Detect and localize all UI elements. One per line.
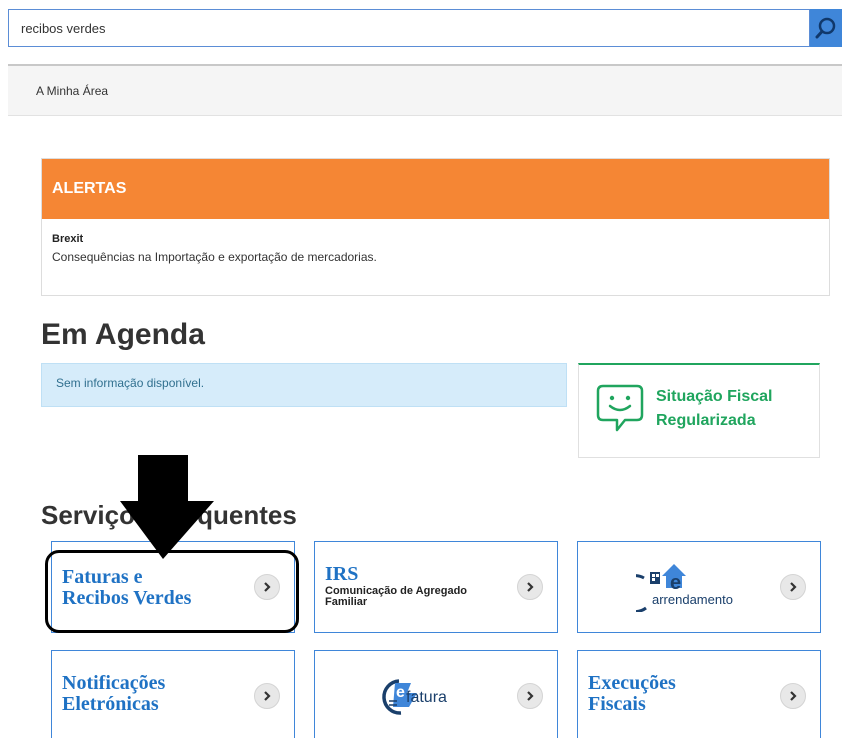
down-arrow-annotation: [120, 455, 214, 559]
card-subtitle: Comunicação de Agregado Familiar: [325, 586, 505, 608]
service-card-arrendamento[interactable]: e arrendamento: [577, 541, 821, 633]
top-nav-bar: A Minha Área: [8, 64, 842, 116]
service-card-irs[interactable]: IRS Comunicação de Agregado Familiar: [314, 541, 558, 633]
fiscal-status-text: Situação Fiscal Regularizada: [656, 385, 816, 433]
arrendamento-logo: e arrendamento: [636, 558, 766, 612]
fiscal-status-line1: Situação Fiscal: [656, 388, 773, 405]
alerts-title: ALERTAS: [52, 180, 127, 197]
service-card-notificacoes[interactable]: Notificações Eletrónicas: [51, 650, 295, 738]
alert-item-text: Consequências na Importação e exportação…: [52, 250, 377, 264]
alerts-panel: ALERTAS Brexit Consequências na Importaç…: [41, 158, 830, 296]
speech-smiley-icon: [596, 384, 644, 432]
efatura-logo: e fatura: [381, 677, 491, 717]
efatura-logo-letter: e: [396, 684, 405, 701]
chevron-right-icon[interactable]: [780, 574, 806, 600]
agenda-empty-notice: Sem informação disponível.: [41, 363, 567, 407]
alert-item-title: Brexit: [52, 233, 84, 245]
card-title: IRS: [325, 563, 359, 585]
chevron-right-icon[interactable]: [254, 683, 280, 709]
card-title: Execuções Fiscais: [588, 673, 676, 715]
search-bar: [8, 9, 842, 47]
card-title-line1: Execuções: [588, 672, 676, 694]
search-icon: [815, 17, 836, 39]
service-card-execucoes-fiscais[interactable]: Execuções Fiscais: [577, 650, 821, 738]
service-card-efatura[interactable]: e fatura: [314, 650, 558, 738]
my-area-link[interactable]: A Minha Área: [36, 84, 108, 98]
card-title-line2: Fiscais: [588, 693, 646, 715]
highlight-rectangle-annotation: [45, 550, 299, 633]
card-subtitle-line2: Familiar: [325, 596, 368, 608]
fiscal-status-line2: Regularizada: [656, 412, 756, 429]
chevron-right-icon[interactable]: [517, 574, 543, 600]
card-title: Notificações Eletrónicas: [62, 673, 165, 715]
arrendamento-logo-text: arrendamento: [652, 592, 733, 607]
search-input[interactable]: [8, 9, 810, 47]
search-button[interactable]: [810, 9, 842, 47]
chevron-right-icon[interactable]: [517, 683, 543, 709]
card-title-line2: Eletrónicas: [62, 693, 159, 715]
alerts-header: ALERTAS: [42, 159, 829, 219]
agenda-title: Em Agenda: [41, 318, 205, 351]
fiscal-status-card[interactable]: Situação Fiscal Regularizada: [578, 363, 820, 458]
chevron-right-icon[interactable]: [780, 683, 806, 709]
alert-item[interactable]: Brexit Consequências na Importação e exp…: [42, 219, 829, 278]
card-title-line1: Notificações: [62, 672, 166, 694]
efatura-logo-text: fatura: [406, 689, 447, 706]
